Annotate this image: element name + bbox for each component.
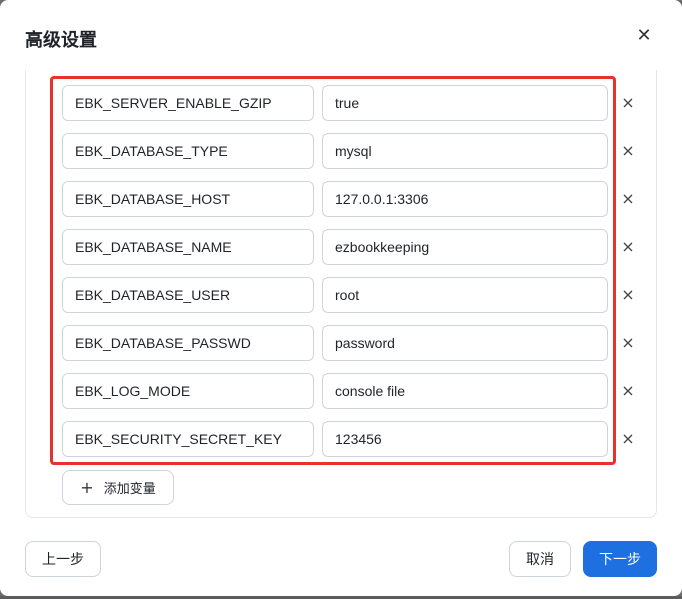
variable-key-input[interactable]: [62, 277, 314, 313]
cancel-button[interactable]: 取消: [509, 541, 571, 577]
plus-icon: +: [80, 477, 94, 497]
variable-key-input[interactable]: [62, 229, 314, 265]
close-icon[interactable]: ✕: [634, 26, 654, 46]
remove-variable-icon[interactable]: ×: [620, 237, 636, 257]
variable-key-input[interactable]: [62, 85, 314, 121]
variable-value-input[interactable]: [322, 277, 608, 313]
previous-step-button[interactable]: 上一步: [25, 541, 101, 577]
variable-value-input[interactable]: [322, 181, 608, 217]
dialog-title: 高级设置: [25, 30, 97, 51]
variable-key-input[interactable]: [62, 325, 314, 361]
variable-key-input[interactable]: [62, 421, 314, 457]
variable-value-input[interactable]: [322, 133, 608, 169]
variable-value-input[interactable]: [322, 85, 608, 121]
variable-value-input[interactable]: [322, 229, 608, 265]
variable-value-input[interactable]: [322, 373, 608, 409]
add-variable-button[interactable]: + 添加变量: [62, 470, 174, 505]
variable-key-input[interactable]: [62, 133, 314, 169]
remove-variable-icon[interactable]: ×: [620, 381, 636, 401]
remove-variable-icon[interactable]: ×: [620, 93, 636, 113]
remove-variable-icon[interactable]: ×: [620, 141, 636, 161]
variable-key-input[interactable]: [62, 373, 314, 409]
variable-value-input[interactable]: [322, 325, 608, 361]
remove-variable-icon[interactable]: ×: [620, 285, 636, 305]
remove-variable-icon[interactable]: ×: [620, 429, 636, 449]
next-step-button[interactable]: 下一步: [583, 541, 657, 577]
variable-key-input[interactable]: [62, 181, 314, 217]
remove-variable-icon[interactable]: ×: [620, 333, 636, 353]
advanced-settings-dialog: 高级设置 ✕ × × × × × × × ×: [0, 0, 682, 596]
remove-variable-icon[interactable]: ×: [620, 189, 636, 209]
add-variable-label: 添加变量: [103, 482, 156, 497]
variable-value-input[interactable]: [322, 421, 608, 457]
